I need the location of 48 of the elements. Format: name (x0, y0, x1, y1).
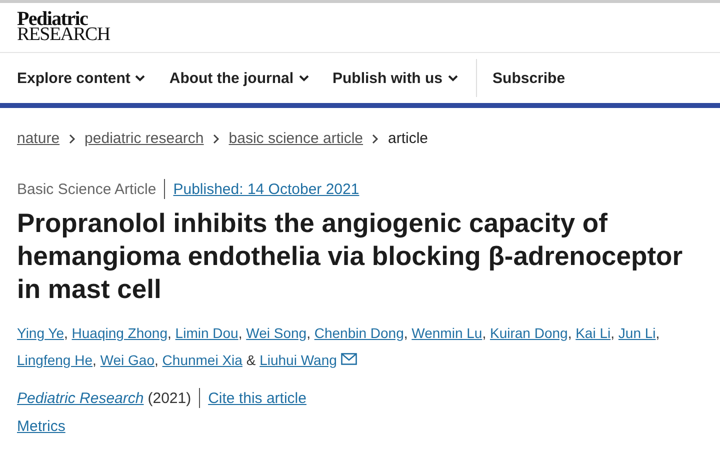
nav-menu-item[interactable]: About the journal (169, 70, 309, 86)
chevron-down-icon (135, 74, 146, 82)
nav-menu-item[interactable]: Publish with us (332, 70, 458, 86)
author-link[interactable]: Chunmei Xia (162, 352, 242, 368)
chevron-right-icon (372, 134, 380, 144)
author-link[interactable]: Limin Dou (175, 325, 238, 341)
author-separator: , (64, 325, 69, 341)
chevron-down-icon (298, 74, 309, 82)
author-separator: , (656, 325, 660, 341)
author-link[interactable]: Wei Gao (100, 352, 155, 368)
article-title: Propranolol inhibits the angiogenic capacity of hemangioma endothelia via blocking β-adrenoceptor in mast cell (17, 207, 684, 306)
author-link[interactable]: Kuiran Dong (490, 325, 568, 341)
author-link[interactable]: Wei Song (246, 325, 307, 341)
journal-link[interactable]: Pediatric Research (17, 390, 144, 406)
author-link[interactable]: Ying Ye (17, 325, 64, 341)
cite-link[interactable]: Cite this article (208, 390, 306, 406)
article-type: Basic Science Article (17, 180, 156, 198)
author-separator: , (92, 352, 98, 368)
breadcrumb-link[interactable]: pediatric research (84, 130, 204, 147)
nav-menu-item[interactable]: Explore content (17, 70, 146, 86)
author-separator: , (482, 325, 488, 341)
nav-menu-item[interactable]: Subscribe (492, 70, 566, 86)
breadcrumb-link[interactable]: nature (17, 130, 60, 147)
author-link[interactable]: Chenbin Dong (314, 325, 404, 341)
current-page-label: article (388, 130, 428, 147)
author-separator: , (404, 325, 409, 341)
author-link[interactable]: Jun Li (618, 325, 656, 341)
author-separator: , (168, 325, 172, 341)
metrics-link[interactable]: Metrics (17, 418, 66, 435)
journal-logo[interactable]: Pediatric RESEARCH (17, 12, 703, 42)
author-link[interactable]: Huaqing Zhong (72, 325, 168, 341)
author-link[interactable]: Kai Li (576, 325, 611, 341)
chevron-right-icon (212, 134, 220, 144)
author-link[interactable]: Liuhui Wang (260, 352, 337, 368)
author-link[interactable]: Wenmin Lu (412, 325, 482, 341)
author-link[interactable]: Lingfeng He (17, 352, 93, 368)
breadcrumb-link[interactable]: basic science article (228, 130, 364, 147)
chevron-right-icon (68, 134, 76, 144)
mail-icon[interactable] (340, 353, 357, 365)
author-separator: , (154, 352, 160, 368)
author-separator: , (568, 325, 573, 341)
author-separator: , (610, 325, 616, 341)
chevron-down-icon (448, 74, 458, 82)
published-date-link[interactable]: Published: 14 October 2021 (173, 180, 360, 198)
author-separator: , (238, 325, 244, 341)
publication-year: (2021) (148, 390, 192, 406)
author-separator: & (245, 352, 257, 368)
author-separator: , (306, 325, 312, 341)
